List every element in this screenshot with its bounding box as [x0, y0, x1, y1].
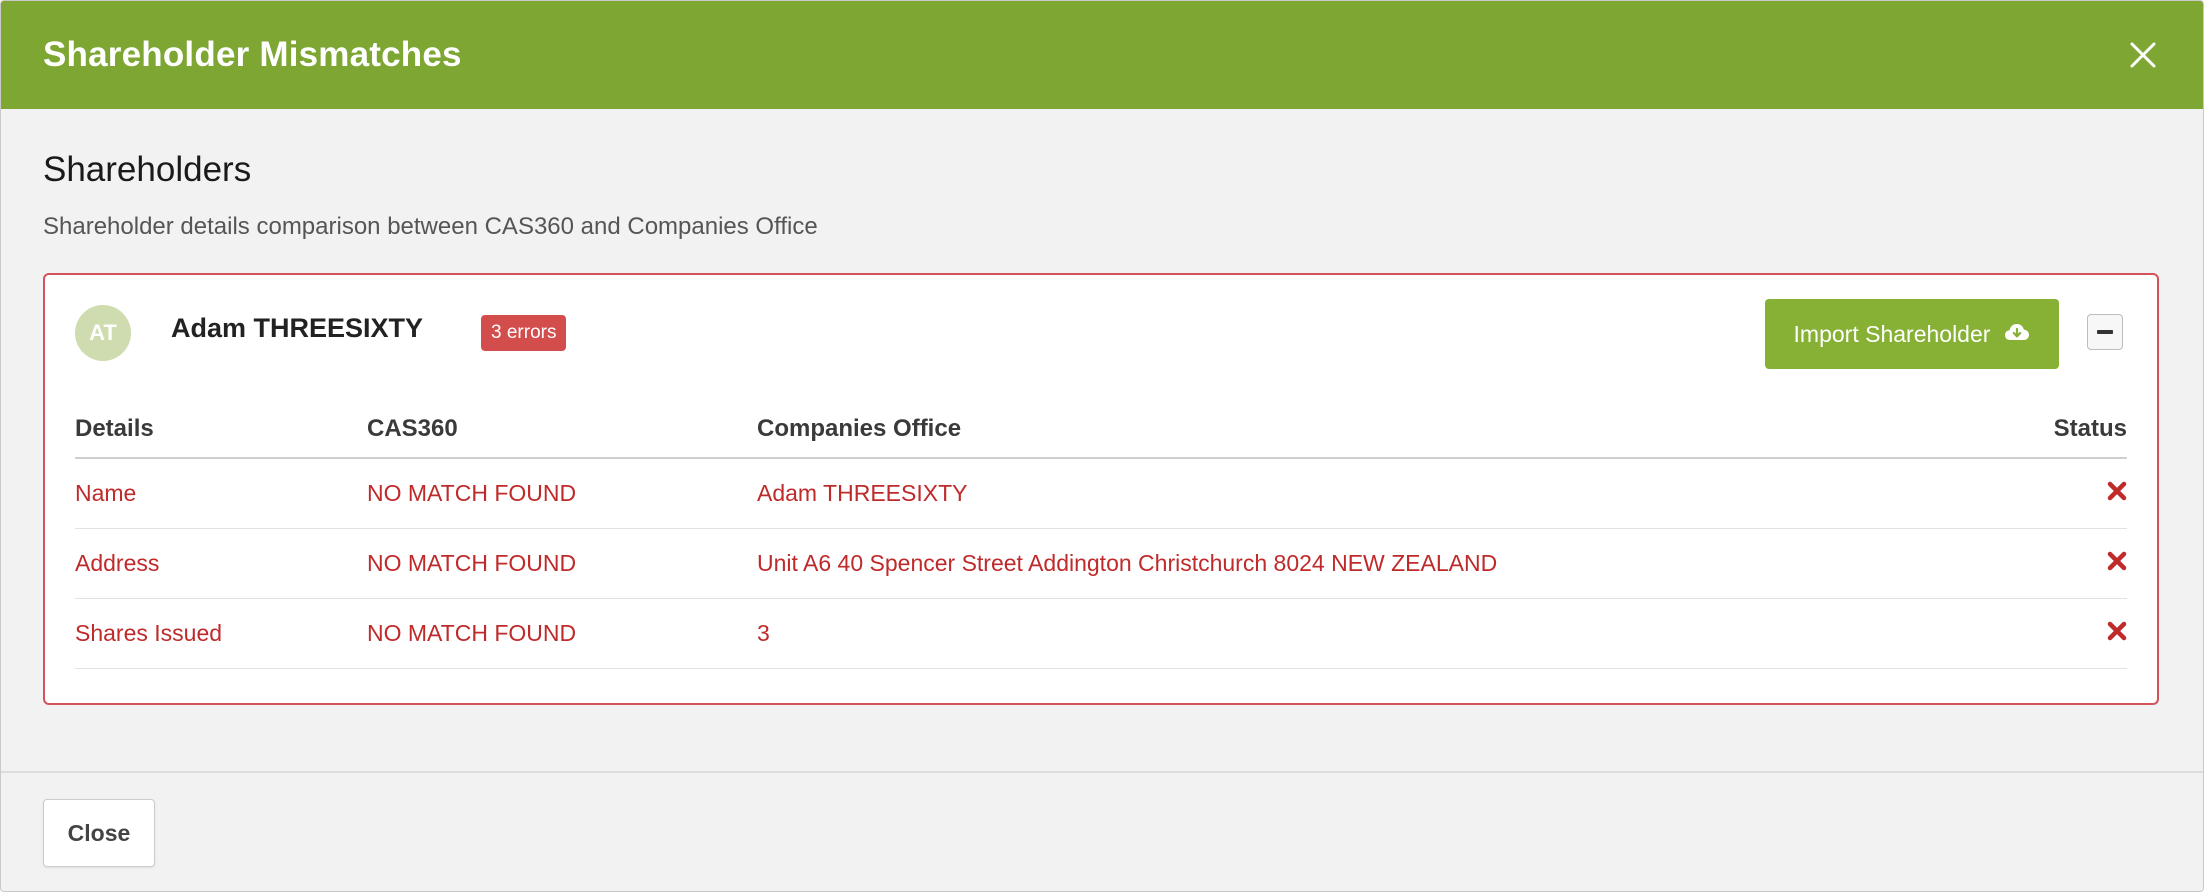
- close-icon[interactable]: [2123, 35, 2163, 75]
- table-row: Shares Issued NO MATCH FOUND 3: [75, 598, 2127, 669]
- collapse-button[interactable]: [2087, 314, 2123, 350]
- error-x-icon: [2107, 551, 2127, 571]
- shareholder-card-header: AT Adam THREESIXTY 3 errors Import Share…: [75, 299, 2123, 371]
- mismatch-table: Details CAS360 Companies Office Status N…: [75, 401, 2127, 669]
- section-title: Shareholders: [43, 150, 252, 189]
- modal-title: Shareholder Mismatches: [43, 35, 462, 74]
- table-row: Address NO MATCH FOUND Unit A6 40 Spence…: [75, 528, 2127, 599]
- row-details: Name: [75, 458, 367, 529]
- table-header-row: Details CAS360 Companies Office Status: [75, 401, 2127, 459]
- column-header-details: Details: [75, 401, 367, 459]
- error-count-badge: 3 errors: [481, 315, 567, 351]
- modal-footer: Close: [1, 771, 2203, 891]
- table-row: Name NO MATCH FOUND Adam THREESIXTY: [75, 458, 2127, 529]
- shareholder-name: Adam THREESIXTY: [171, 313, 424, 343]
- column-header-status: Status: [2007, 401, 2127, 459]
- row-details: Address: [75, 528, 367, 599]
- column-header-cas360: CAS360: [367, 401, 757, 459]
- modal-header: Shareholder Mismatches: [1, 1, 2203, 109]
- modal-body: Shareholders Shareholder details compari…: [1, 109, 2203, 771]
- row-cas360-value: NO MATCH FOUND: [367, 598, 757, 669]
- row-companies-office-value: Adam THREESIXTY: [757, 458, 2007, 529]
- cloud-download-icon: [2004, 321, 2030, 348]
- shareholder-mismatches-modal: Shareholder Mismatches Shareholders Shar…: [0, 0, 2204, 892]
- avatar: AT: [75, 305, 131, 361]
- import-shareholder-button[interactable]: Import Shareholder: [1765, 299, 2059, 369]
- error-x-icon: [2107, 481, 2127, 501]
- row-status: [2007, 598, 2127, 669]
- row-companies-office-value: 3: [757, 598, 2007, 669]
- column-header-companies-office: Companies Office: [757, 401, 2007, 459]
- row-cas360-value: NO MATCH FOUND: [367, 528, 757, 599]
- shareholder-card: AT Adam THREESIXTY 3 errors Import Share…: [43, 273, 2159, 705]
- row-cas360-value: NO MATCH FOUND: [367, 458, 757, 529]
- section-subtitle: Shareholder details comparison between C…: [43, 213, 818, 240]
- row-details: Shares Issued: [75, 598, 367, 669]
- error-x-icon: [2107, 621, 2127, 641]
- minus-icon: [2097, 330, 2113, 334]
- close-button[interactable]: Close: [43, 799, 155, 867]
- import-shareholder-label: Import Shareholder: [1793, 320, 1991, 347]
- row-companies-office-value: Unit A6 40 Spencer Street Addington Chri…: [757, 528, 2007, 599]
- row-status: [2007, 528, 2127, 599]
- row-status: [2007, 458, 2127, 529]
